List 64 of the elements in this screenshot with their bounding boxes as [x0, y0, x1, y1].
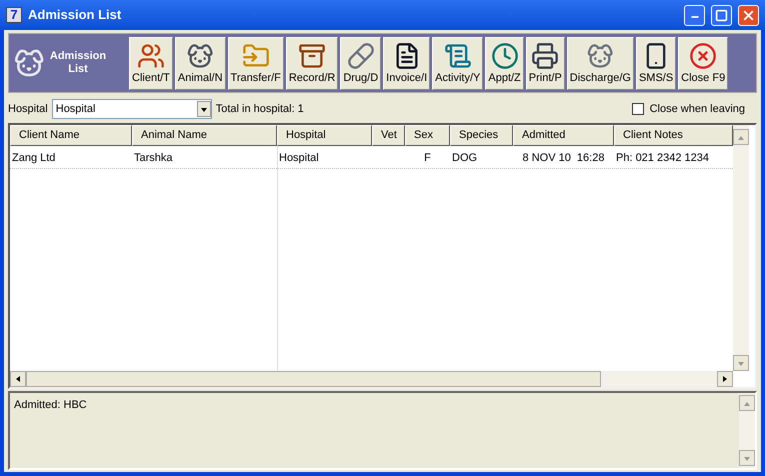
- pill-icon: [346, 42, 375, 70]
- toolbar-button[interactable]: Transfer/F: [228, 36, 284, 90]
- total-label: Total in hospital: 1: [216, 102, 305, 117]
- column-header[interactable]: Sex: [405, 125, 450, 146]
- window-title: Admission List: [28, 6, 122, 24]
- horizontal-scrollbar[interactable]: [10, 371, 733, 387]
- hospital-dropdown[interactable]: Hospital: [52, 99, 212, 119]
- column-header[interactable]: Vet: [372, 125, 405, 146]
- column-header[interactable]: Admitted: [513, 125, 614, 146]
- close-icon: [689, 42, 718, 70]
- arrow-down-icon: [743, 454, 751, 462]
- clock-icon: [490, 42, 519, 70]
- column-header[interactable]: Hospital: [277, 125, 372, 146]
- dog-icon: [186, 42, 214, 70]
- table-cell-text: 8 NOV 10 16:28: [522, 151, 606, 166]
- arrow-right-icon: [721, 375, 729, 383]
- table-cell-text: Tarshka: [134, 151, 173, 166]
- scroll-icon: [444, 42, 472, 70]
- caret-icon: [200, 105, 208, 113]
- checkbox-label: Close when leaving: [650, 102, 745, 117]
- notes-scrollbar[interactable]: [739, 393, 755, 468]
- column-header[interactable]: Client Name: [10, 125, 132, 146]
- table-cell-text: DOG: [452, 151, 478, 166]
- column-header[interactable]: Client Notes: [614, 125, 733, 146]
- app-icon: 7: [6, 7, 22, 23]
- scroll-up-button[interactable]: [739, 395, 755, 411]
- toolbar-button[interactable]: Client/T: [129, 36, 173, 90]
- arrow-down-icon: [737, 359, 745, 367]
- scroll-right-button[interactable]: [717, 371, 733, 387]
- dog-icon: [13, 47, 45, 79]
- toolbar-button[interactable]: Activity/Y: [432, 36, 484, 90]
- toolbar-title: Admission List: [48, 50, 108, 76]
- toolbar-button[interactable]: Record/R: [286, 36, 338, 90]
- notes-text: Admitted: HBC: [14, 399, 87, 411]
- scroll-up-button[interactable]: [733, 129, 749, 145]
- table-cell-text: F: [423, 151, 432, 166]
- column-header[interactable]: Animal Name: [132, 125, 277, 146]
- scrollbar-thumb[interactable]: [26, 371, 601, 387]
- toolbar-button[interactable]: Close F9: [678, 36, 728, 90]
- hospital-label: Hospital: [8, 102, 48, 117]
- toolbar-button[interactable]: Discharge/G: [566, 36, 634, 90]
- column-header[interactable]: Species: [450, 125, 513, 146]
- dog-icon: [586, 42, 614, 70]
- maximize-button[interactable]: [711, 4, 732, 26]
- toolbar-button[interactable]: Invoice/I: [383, 36, 430, 90]
- table-cell-text: Hospital: [279, 151, 319, 166]
- dropdown-button[interactable]: [196, 101, 211, 117]
- toolbar-button[interactable]: SMS/S: [636, 36, 676, 90]
- people-icon: [136, 42, 165, 70]
- vertical-scrollbar[interactable]: [733, 125, 749, 371]
- toolbar-button[interactable]: Animal/N: [174, 36, 226, 90]
- toolbar-button[interactable]: Print/P: [526, 36, 565, 90]
- close-button[interactable]: [738, 4, 759, 26]
- scroll-down-button[interactable]: [739, 450, 755, 466]
- toolbar-button[interactable]: Drug/D: [340, 36, 382, 90]
- minimize-button[interactable]: [684, 4, 705, 26]
- table-cell-text: Ph: 021 2342 1234: [616, 151, 709, 166]
- scroll-left-button[interactable]: [10, 371, 26, 387]
- toolbar-button[interactable]: Appt/Z: [485, 36, 524, 90]
- maximize-icon: [715, 8, 728, 22]
- printer-icon: [531, 42, 560, 70]
- table-cell-text: Zang Ltd: [12, 151, 56, 166]
- close-when-leaving-checkbox[interactable]: [632, 103, 644, 115]
- arrow-left-icon: [14, 375, 22, 383]
